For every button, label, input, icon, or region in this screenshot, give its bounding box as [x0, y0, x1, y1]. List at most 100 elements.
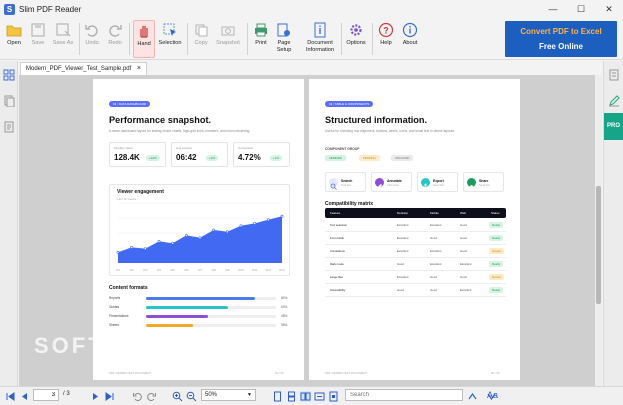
format-bar: [146, 324, 193, 327]
search-input[interactable]: [345, 389, 463, 401]
table-cell: Good: [430, 288, 437, 292]
about-button[interactable]: About: [399, 20, 421, 58]
save-as-button[interactable]: Save As: [50, 20, 76, 58]
rotate-left-icon[interactable]: [132, 391, 143, 402]
search-previous-icon[interactable]: [467, 391, 478, 402]
page-heading: Structured information.: [325, 115, 428, 125]
svg-text:?: ?: [383, 25, 389, 35]
window-title: Slim PDF Reader: [19, 4, 82, 14]
chart-point: [130, 246, 134, 249]
kpi-card: Avg session 06:42 +4%: [171, 142, 228, 167]
feature-card-share: Share Send link: [463, 172, 504, 192]
status-badge: Ready: [489, 235, 504, 241]
status-badge: Review: [489, 248, 505, 254]
close-window-button[interactable]: ✕: [595, 0, 623, 18]
pages-icon[interactable]: [3, 95, 15, 107]
page-number-input[interactable]: [33, 389, 59, 401]
scrollbar-thumb[interactable]: [596, 186, 601, 304]
last-page-icon[interactable]: [104, 391, 115, 402]
document-tab[interactable]: Modern_PDF_Viewer_Test_Sample.pdf ×: [20, 62, 147, 75]
zoom-out-icon[interactable]: [186, 391, 197, 402]
pro-badge[interactable]: PRO: [604, 113, 623, 140]
feature-card-annotate: Annotate Add notes: [371, 172, 412, 192]
promo-title: Convert PDF to Excel: [520, 27, 602, 36]
first-page-icon[interactable]: [5, 391, 16, 402]
table-cell: Good: [430, 275, 437, 279]
previous-page-icon[interactable]: [19, 391, 30, 402]
app-window: S Slim PDF Reader — ☐ ✕ Open Save Save A…: [0, 0, 623, 405]
table-cell: Text selection: [330, 223, 347, 227]
right-sidebar: [603, 61, 623, 386]
annotate-pen-icon[interactable]: [608, 95, 620, 107]
page-setup-button[interactable]: Page Setup: [273, 20, 295, 58]
table-cell: Excellent: [430, 249, 442, 253]
snapshot-button[interactable]: Snapshot: [213, 20, 243, 58]
app-logo-icon: S: [4, 3, 15, 15]
status-bar: Aa: [0, 386, 623, 405]
undo-button[interactable]: Undo: [82, 20, 102, 58]
close-tab-icon[interactable]: ×: [137, 63, 141, 75]
redo-icon: [109, 25, 122, 37]
single-page-icon[interactable]: [272, 391, 283, 402]
status-badge: Review: [489, 274, 505, 280]
page-subtitle: Useful for checking row alignment, butto…: [325, 129, 455, 133]
continuous-page-icon[interactable]: [286, 391, 297, 402]
table-cell: Good: [460, 275, 467, 279]
share-icon: [467, 178, 476, 188]
components-label: COMPONENT GROUP: [325, 147, 360, 151]
table-row: Text selection Excellent Excellent Good Read…: [325, 219, 506, 232]
thumbnails-icon[interactable]: [3, 69, 15, 81]
zoom-select[interactable]: 50% ▼: [201, 389, 256, 401]
chart-x-tick: W5: [171, 268, 176, 272]
chart-x-tick: W6: [184, 268, 189, 272]
convert-promo-button[interactable]: Convert PDF to Excel Free Online: [505, 21, 617, 57]
fit-page-icon[interactable]: [328, 391, 339, 402]
export-icon: [421, 178, 430, 188]
chart-point: [171, 241, 175, 245]
zoom-in-icon[interactable]: [172, 391, 183, 402]
minimize-button[interactable]: —: [539, 0, 567, 18]
redo-button[interactable]: Redo: [105, 20, 125, 58]
table-header: Feature Desktop Mobile Web Status: [325, 208, 506, 218]
kpi-card: Monthly views 128.4K +12%: [109, 142, 166, 167]
save-button[interactable]: Save: [27, 20, 49, 58]
chart-x-tick: W4: [157, 268, 162, 272]
engagement-chart-card: Viewer engagement Last 12 weeks W1 W2 W3 W4…: [109, 184, 290, 276]
print-button[interactable]: Print: [251, 20, 271, 58]
rotate-right-icon[interactable]: [146, 391, 157, 402]
font-size-icon[interactable]: Aa: [487, 390, 498, 401]
fit-width-icon[interactable]: [314, 391, 325, 402]
table-cell: Excellent: [397, 249, 409, 253]
table-cell: Good: [397, 288, 404, 292]
save-as-icon: [56, 23, 71, 37]
page-panel-icon[interactable]: [608, 69, 620, 81]
options-button[interactable]: Options: [344, 20, 368, 58]
open-button[interactable]: Open: [3, 20, 25, 58]
selection-tool-button[interactable]: Selection: [157, 20, 183, 58]
chart-x-tick: W7: [198, 268, 203, 272]
printer-icon: [255, 23, 267, 37]
format-label: Presentations: [109, 314, 129, 318]
table-cell: Good: [397, 262, 404, 266]
folder-icon: [6, 25, 22, 37]
document-information-button[interactable]: Document Information: [302, 20, 338, 58]
maximize-button[interactable]: ☐: [567, 0, 595, 18]
copy-button[interactable]: Copy: [191, 20, 211, 58]
chart-point: [212, 228, 216, 232]
format-label: Reports: [109, 296, 121, 300]
status-badge: Ready: [489, 261, 504, 267]
table-cell: Excellent: [460, 288, 472, 292]
chart-point: [143, 247, 147, 251]
two-page-icon[interactable]: [300, 391, 311, 402]
format-bar: [146, 315, 209, 318]
chip-verified: VERIFIED: [325, 155, 346, 161]
table-row: Form fields Excellent Good Good Ready: [325, 232, 506, 245]
format-percent: 63%: [281, 305, 288, 309]
format-label: Guides: [109, 305, 120, 309]
chip-pending: PENDING: [359, 155, 380, 161]
help-button[interactable]: ? Help: [376, 20, 396, 58]
page-footer-right: 02 / 02: [491, 371, 500, 375]
next-page-icon[interactable]: [90, 391, 101, 402]
hand-tool-button[interactable]: Hand: [133, 20, 155, 58]
attachments-icon[interactable]: [3, 121, 15, 133]
